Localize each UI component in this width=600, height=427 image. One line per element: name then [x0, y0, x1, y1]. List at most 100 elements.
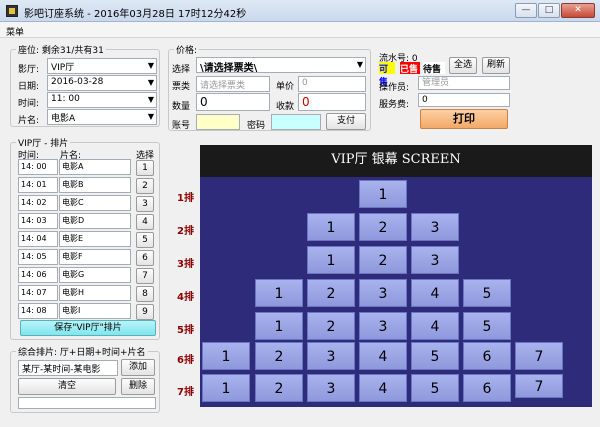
- seat-button[interactable]: 6: [463, 342, 511, 370]
- menu-item-main[interactable]: 菜单: [6, 25, 24, 38]
- seat-button[interactable]: 4: [411, 279, 459, 307]
- row-label: 5排: [177, 325, 194, 336]
- schedule-select-button[interactable]: 5: [136, 232, 154, 248]
- schedule-film-cell[interactable]: 电影I: [59, 303, 131, 319]
- seat-button[interactable]: 2: [307, 279, 355, 307]
- schedule-film-cell[interactable]: 电影E: [59, 231, 131, 247]
- seat-button[interactable]: 3: [359, 279, 407, 307]
- close-button[interactable]: ✕: [561, 3, 595, 18]
- seat-button[interactable]: 3: [307, 374, 355, 402]
- quantity-input[interactable]: 0: [196, 93, 270, 111]
- composite-legend: 综合排片: 厅+日期+时间+片名: [16, 345, 148, 358]
- schedule-film-cell[interactable]: 电影A: [59, 159, 131, 175]
- seat-button[interactable]: 3: [411, 213, 459, 241]
- save-schedule-button[interactable]: 保存"VIP厅"排片: [20, 320, 156, 336]
- screen-title: VIP厅 银幕 SCREEN: [200, 145, 592, 177]
- pay-button[interactable]: 支付: [326, 113, 366, 130]
- schedule-select-button[interactable]: 1: [136, 160, 154, 176]
- seat-button[interactable]: 2: [307, 312, 355, 340]
- schedule-select-button[interactable]: 2: [136, 178, 154, 194]
- operator-label: 操作员:: [379, 83, 410, 93]
- seat-button[interactable]: 4: [359, 374, 407, 402]
- clear-button[interactable]: 清空: [18, 378, 116, 395]
- print-button[interactable]: 打印: [420, 109, 508, 129]
- seat-button[interactable]: 1: [359, 180, 407, 208]
- schedule-select-button[interactable]: 3: [136, 196, 154, 212]
- schedule-film-cell[interactable]: 电影B: [59, 177, 131, 193]
- minimize-button[interactable]: —: [515, 3, 537, 18]
- chevron-down-icon: ▼: [147, 95, 154, 104]
- seat-button[interactable]: 5: [411, 374, 459, 402]
- select-label: 选择: [172, 65, 191, 75]
- seat-button[interactable]: 1: [307, 213, 355, 241]
- seat-button[interactable]: 6: [463, 374, 511, 402]
- quantity-label: 数量: [172, 102, 191, 112]
- row-label: 4排: [177, 292, 194, 303]
- schedule-time-cell[interactable]: 14: 08: [18, 303, 58, 319]
- schedule-time-cell[interactable]: 14: 05: [18, 249, 58, 265]
- schedule-time-cell[interactable]: 14: 01: [18, 177, 58, 193]
- account-input[interactable]: [196, 114, 240, 130]
- seat-button[interactable]: 5: [411, 342, 459, 370]
- seat-button[interactable]: 2: [255, 342, 303, 370]
- delete-button[interactable]: 删除: [121, 378, 155, 395]
- film-select[interactable]: 电影A ▼: [47, 109, 157, 125]
- seat-button[interactable]: 3: [411, 246, 459, 274]
- operator-input[interactable]: 管理员: [418, 76, 510, 90]
- schedule-time-cell[interactable]: 14: 03: [18, 213, 58, 229]
- seat-button[interactable]: 4: [359, 342, 407, 370]
- composite-input[interactable]: 某厅-某时间-某电影: [18, 360, 118, 376]
- seat-button[interactable]: 1: [202, 374, 250, 402]
- schedule-select-button[interactable]: 7: [136, 268, 154, 284]
- schedule-select-button[interactable]: 4: [136, 214, 154, 230]
- hall-select[interactable]: VIP厅 ▼: [47, 58, 157, 74]
- ticket-type-input[interactable]: 请选择票类: [196, 76, 270, 92]
- seat-button[interactable]: 1: [255, 312, 303, 340]
- schedule-select-button[interactable]: 6: [136, 250, 154, 266]
- schedule-film-cell[interactable]: 电影H: [59, 285, 131, 301]
- seat-button[interactable]: 7: [515, 374, 563, 398]
- schedule-film-cell[interactable]: 电影F: [59, 249, 131, 265]
- seat-button[interactable]: 2: [255, 374, 303, 402]
- time-label: 时间:: [18, 99, 40, 109]
- seat-button[interactable]: 3: [359, 312, 407, 340]
- service-fee-input[interactable]: 0: [418, 93, 510, 107]
- schedule-film-cell[interactable]: 电影D: [59, 213, 131, 229]
- unit-price-input[interactable]: 0: [298, 76, 366, 92]
- add-button[interactable]: 添加: [121, 359, 155, 376]
- schedule-select-button[interactable]: 8: [136, 286, 154, 302]
- date-select[interactable]: 2016-03-28 ▼: [47, 75, 157, 91]
- select-all-button[interactable]: 全选: [449, 57, 477, 74]
- schedule-time-cell[interactable]: 14: 04: [18, 231, 58, 247]
- seat-button[interactable]: 2: [359, 213, 407, 241]
- schedule-time-cell[interactable]: 14: 07: [18, 285, 58, 301]
- seat-button[interactable]: 4: [411, 312, 459, 340]
- schedule-film-cell[interactable]: 电影G: [59, 267, 131, 283]
- seat-button[interactable]: 1: [307, 246, 355, 274]
- seat-button[interactable]: 2: [359, 246, 407, 274]
- password-input[interactable]: [271, 114, 321, 130]
- received-input[interactable]: 0: [298, 93, 366, 111]
- seat-button[interactable]: 7: [515, 342, 563, 370]
- time-select[interactable]: 11: 00 ▼: [47, 92, 157, 108]
- chevron-down-icon: ▼: [147, 78, 154, 87]
- film-label: 片名:: [18, 116, 40, 126]
- status-sold-badge: 已售: [400, 62, 420, 75]
- seat-button[interactable]: 1: [202, 342, 250, 370]
- ticket-category-select[interactable]: \请选择票类\ ▼: [196, 57, 366, 74]
- app-icon: [6, 5, 18, 17]
- service-fee-label: 服务费:: [379, 100, 410, 110]
- maximize-button[interactable]: □: [538, 3, 560, 18]
- chevron-down-icon: ▼: [147, 112, 154, 121]
- schedule-select-button[interactable]: 9: [136, 304, 154, 320]
- schedule-time-cell[interactable]: 14: 06: [18, 267, 58, 283]
- schedule-time-cell[interactable]: 14: 02: [18, 195, 58, 211]
- seat-button[interactable]: 1: [255, 279, 303, 307]
- refresh-button[interactable]: 刷新: [482, 57, 510, 74]
- schedule-time-cell[interactable]: 14: 00: [18, 159, 58, 175]
- seat-button[interactable]: 5: [463, 312, 511, 340]
- seat-button[interactable]: 5: [463, 279, 511, 307]
- hall-label: 影厅:: [18, 65, 40, 75]
- schedule-film-cell[interactable]: 电影C: [59, 195, 131, 211]
- seat-button[interactable]: 3: [307, 342, 355, 370]
